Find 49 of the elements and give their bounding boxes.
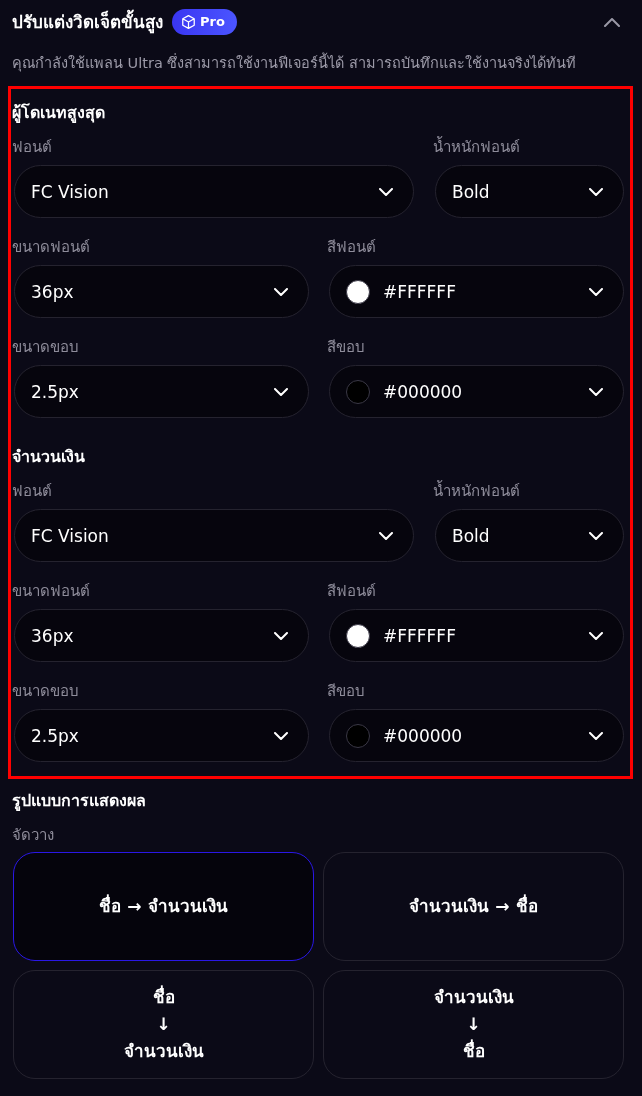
dropdown[interactable]: 2.5px (14, 365, 309, 418)
dropdown[interactable]: Bold (435, 509, 624, 562)
chevron-up-icon[interactable] (604, 17, 620, 27)
dropdown[interactable]: 36px (14, 265, 309, 318)
chevron-down-icon (379, 531, 393, 540)
dropdown[interactable]: Bold (435, 165, 624, 218)
field-label: น้ำหนักฟอนต์ (433, 481, 520, 501)
field-label: ฟอนต์ (12, 481, 52, 501)
field-label: สีฟอนต์ (327, 237, 376, 257)
field-label: สีขอบ (327, 681, 365, 701)
color-dropdown[interactable]: #FFFFFF (329, 265, 624, 318)
badge-text: Pro (200, 14, 225, 30)
layout-option[interactable]: จำนวนเงิน → ชื่อ (323, 852, 624, 961)
group-title: รูปแบบการแสดงผล (12, 790, 147, 812)
dropdown[interactable]: FC Vision (14, 165, 414, 218)
chevron-down-icon (589, 287, 603, 296)
chevron-down-icon (274, 287, 288, 296)
layout-option[interactable]: จำนวนเงิน ↓ ชื่อ (323, 970, 624, 1079)
group-title: จำนวนเงิน (12, 446, 86, 468)
section-title: ปรับแต่งวิดเจ็ตขั้นสูง (12, 9, 163, 35)
plan-description: คุณกำลังใช้แพลน Ultra ซึ่งสามารถใช้งานฟีเจอร์นี้ได้ สามารถบันทึกและใช้งานจริงได้ทันที (12, 52, 624, 74)
field-label: ขนาดฟอนต์ (12, 237, 90, 257)
group-title: ผู้โดเนทสูงสุด (12, 102, 106, 124)
color-dropdown[interactable]: #000000 (329, 709, 624, 762)
color-dropdown[interactable]: #000000 (329, 365, 624, 418)
dropdown[interactable]: 2.5px (14, 709, 309, 762)
chevron-down-icon (589, 531, 603, 540)
field-label: ขนาดขอบ (12, 681, 79, 701)
field-label: สีฟอนต์ (327, 581, 376, 601)
dropdown[interactable]: FC Vision (14, 509, 414, 562)
layout-option[interactable]: ชื่อ → จำนวนเงิน (13, 852, 314, 961)
layout-option[interactable]: ชื่อ ↓ จำนวนเงิน (13, 970, 314, 1079)
field-label: น้ำหนักฟอนต์ (433, 137, 520, 157)
field-label: ฟอนต์ (12, 137, 52, 157)
field-label: สีขอบ (327, 337, 365, 357)
chevron-down-icon (589, 731, 603, 740)
chevron-down-icon (274, 387, 288, 396)
dropdown[interactable]: 36px (14, 609, 309, 662)
color-dropdown[interactable]: #FFFFFF (329, 609, 624, 662)
field-label: จัดวาง (12, 825, 55, 845)
chevron-down-icon (589, 387, 603, 396)
chevron-down-icon (589, 187, 603, 196)
cube-icon (182, 15, 195, 29)
field-label: ขนาดขอบ (12, 337, 79, 357)
chevron-down-icon (274, 631, 288, 640)
field-label: ขนาดฟอนต์ (12, 581, 90, 601)
chevron-down-icon (274, 731, 288, 740)
chevron-down-icon (379, 187, 393, 196)
chevron-down-icon (589, 631, 603, 640)
